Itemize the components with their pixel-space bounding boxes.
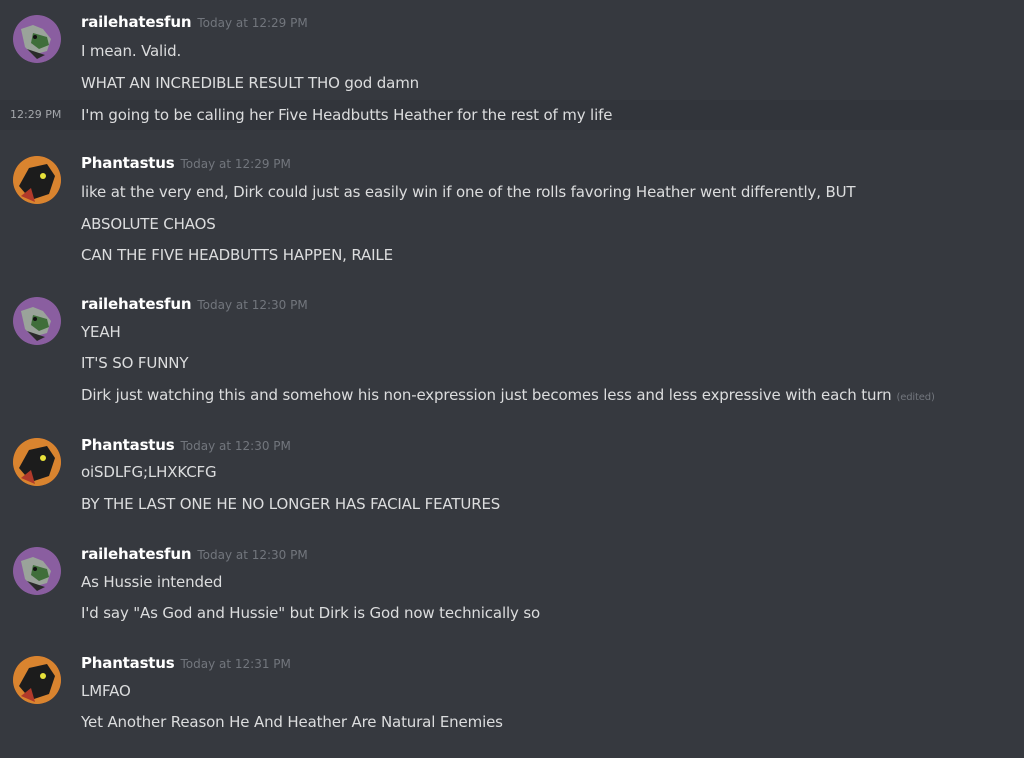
message-line: oiSDLFG;LHXKCFG (81, 463, 217, 481)
username[interactable]: railehatesfun (81, 545, 192, 563)
message-line: ABSOLUTE CHAOS (81, 215, 216, 233)
message-line: As Hussie intended (81, 573, 223, 591)
message-text: Dirk just watching this and somehow his … (81, 386, 892, 404)
username[interactable]: Phantastus (81, 154, 175, 172)
chat-message-list: railehatesfun Today at 12:29 PM I mean. V… (0, 0, 1024, 758)
message-header: Phantastus Today at 12:31 PM (81, 653, 291, 675)
message-timestamp: Today at 12:29 PM (180, 157, 291, 171)
message-timestamp: Today at 12:30 PM (197, 548, 308, 562)
message-line: WHAT AN INCREDIBLE RESULT THO god damn (81, 74, 420, 92)
message-header: Phantastus Today at 12:29 PM (81, 153, 291, 175)
message-header: railehatesfun Today at 12:29 PM (81, 12, 308, 34)
phantastus-avatar-icon[interactable] (13, 656, 61, 704)
username[interactable]: railehatesfun (81, 295, 192, 313)
message-timestamp: Today at 12:30 PM (180, 439, 291, 453)
message-timestamp: Today at 12:31 PM (180, 657, 291, 671)
message-timestamp: Today at 12:30 PM (197, 298, 308, 312)
message-line: YEAH (81, 323, 121, 341)
message-line: LMFAO (81, 682, 131, 700)
message-line: I'd say "As God and Hussie" but Dirk is … (81, 604, 541, 622)
raile-avatar-icon[interactable] (13, 297, 61, 345)
message-line: I mean. Valid. (81, 42, 182, 60)
raile-avatar-icon[interactable] (13, 547, 61, 595)
message-line: Yet Another Reason He And Heather Are Na… (81, 713, 503, 731)
username[interactable]: railehatesfun (81, 13, 192, 31)
message-timestamp: Today at 12:29 PM (197, 16, 308, 30)
message-line: CAN THE FIVE HEADBUTTS HAPPEN, RAILE (81, 246, 393, 264)
message-line: I'm going to be calling her Five Headbut… (81, 106, 613, 124)
username[interactable]: Phantastus (81, 654, 175, 672)
edited-label: (edited) (896, 392, 935, 403)
message-line: IT'S SO FUNNY (81, 354, 189, 372)
message-line: Dirk just watching this and somehow his … (81, 384, 1014, 409)
message-line: BY THE LAST ONE HE NO LONGER HAS FACIAL … (81, 495, 501, 513)
message-header: railehatesfun Today at 12:30 PM (81, 544, 308, 566)
raile-avatar-icon[interactable] (13, 15, 61, 63)
hover-timestamp: 12:29 PM (10, 108, 62, 121)
username[interactable]: Phantastus (81, 436, 175, 454)
message-header: Phantastus Today at 12:30 PM (81, 435, 291, 457)
message-header: railehatesfun Today at 12:30 PM (81, 294, 308, 316)
message-line: like at the very end, Dirk could just as… (81, 183, 856, 201)
phantastus-avatar-icon[interactable] (13, 156, 61, 204)
phantastus-avatar-icon[interactable] (13, 438, 61, 486)
